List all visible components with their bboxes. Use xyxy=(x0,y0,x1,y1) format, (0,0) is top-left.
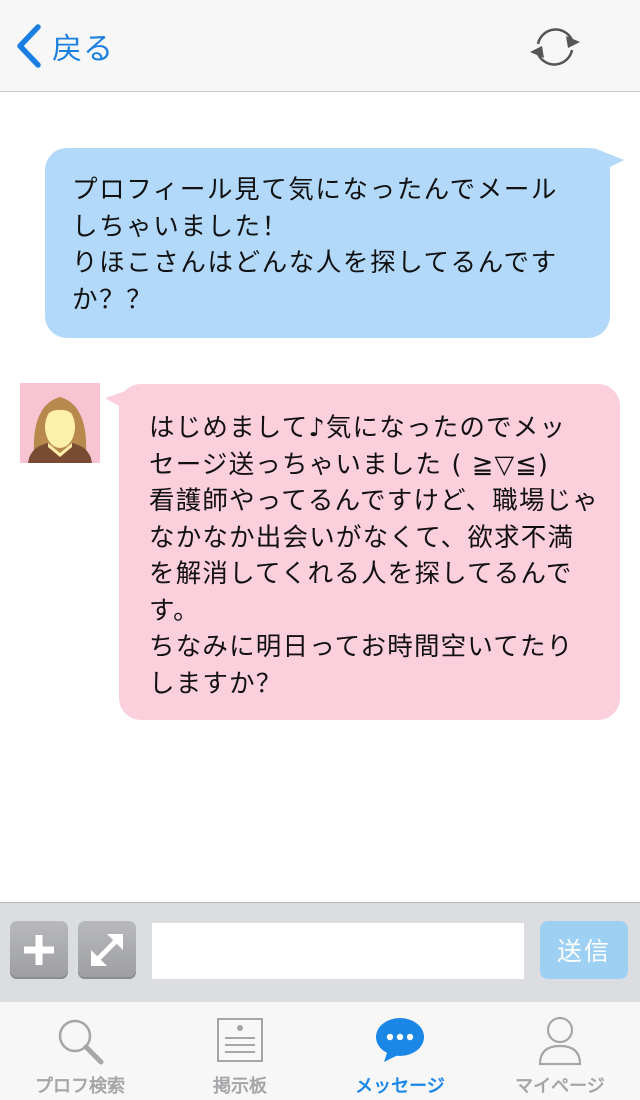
user-icon xyxy=(538,1016,582,1066)
message-bubble-incoming: はじめまして♪気になったのでメッ セージ送っちゃいました ( ≧▽≦) 看護師や… xyxy=(105,384,620,720)
search-icon xyxy=(58,1019,104,1065)
tab-bar: プロフ検索 掲示板 メッセージ マイページ xyxy=(0,1002,640,1100)
message-input-bar: 送信 xyxy=(0,902,640,1002)
female-avatar-icon xyxy=(20,383,100,463)
refresh-button[interactable] xyxy=(526,22,584,72)
plus-icon xyxy=(24,935,54,965)
bubble-tail xyxy=(594,148,624,172)
tab-messages[interactable]: メッセージ xyxy=(320,1002,480,1100)
tab-label: プロフ検索 xyxy=(35,1076,125,1097)
bubble-tail xyxy=(105,388,135,412)
add-attachment-button[interactable] xyxy=(10,921,68,979)
chevron-left-icon xyxy=(17,24,41,68)
tab-profile-search[interactable]: プロフ検索 xyxy=(0,1002,160,1100)
send-button[interactable]: 送信 xyxy=(540,921,628,979)
back-label: 戻る xyxy=(52,32,114,67)
nav-header: 戻る xyxy=(0,0,640,92)
message-bubble-outgoing: プロフィール見て気になったんでメール しちゃいました！ りほこさんはどんな人を探… xyxy=(45,148,624,338)
message-icon xyxy=(376,1018,424,1062)
refresh-icon xyxy=(530,28,580,66)
message-text: はじめまして♪気になったのでメッ セージ送っちゃいました ( ≧▽≦) 看護師や… xyxy=(149,413,600,699)
back-button[interactable]: 戻る xyxy=(14,22,114,70)
message-input[interactable] xyxy=(152,923,524,979)
message-text: プロフィール見て気になったんでメール しちゃいました！ りほこさんはどんな人を探… xyxy=(72,175,559,315)
board-icon xyxy=(217,1018,263,1062)
avatar[interactable] xyxy=(20,383,100,463)
tab-my-page[interactable]: マイページ xyxy=(480,1002,640,1100)
tab-label: マイページ xyxy=(515,1076,605,1097)
tab-bulletin-board[interactable]: 掲示板 xyxy=(160,1002,320,1100)
expand-button[interactable] xyxy=(78,921,136,979)
expand-icon xyxy=(91,934,123,966)
tab-label: 掲示板 xyxy=(213,1076,267,1097)
tab-label: メッセージ xyxy=(355,1076,445,1097)
